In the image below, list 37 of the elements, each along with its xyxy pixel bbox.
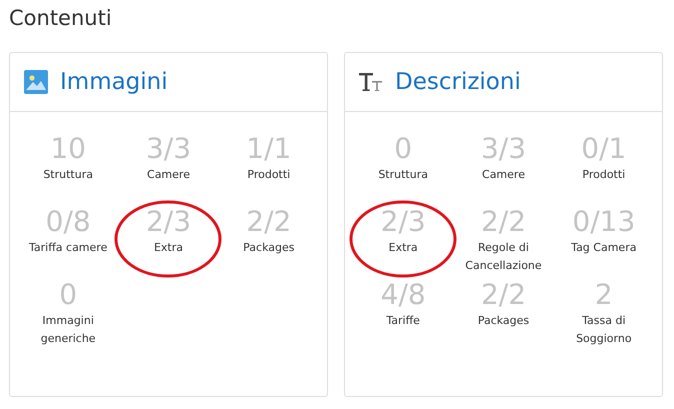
count-value: 4/8	[380, 278, 426, 312]
count-value: 1/1	[246, 132, 292, 166]
count-label: Prodotti	[582, 167, 626, 183]
count-label: Struttura	[378, 167, 428, 183]
count-label: Packages	[243, 240, 294, 256]
count-label: Regole di Cancellazione	[464, 240, 543, 274]
count-value: 0/1	[581, 132, 626, 166]
count-value: 10	[50, 132, 86, 166]
count-label: Immagini generiche	[40, 313, 97, 347]
count-value: 0	[394, 132, 412, 166]
image-icon	[24, 70, 48, 94]
count-value: 2/3	[380, 205, 426, 239]
count-label: Extra	[388, 240, 418, 256]
count-label: Tariffa camere	[28, 240, 108, 256]
count-value: 0/8	[46, 205, 91, 239]
count-value: 2/3	[146, 205, 192, 239]
count-label: Camere	[482, 167, 525, 183]
count-value: 0/13	[572, 205, 636, 239]
count-label: Tassa di Soggiorno	[575, 313, 633, 347]
count-value: 2	[594, 278, 613, 312]
count-value: 2/2	[480, 205, 526, 239]
text-size-icon	[359, 70, 383, 94]
count-label: Tag Camera	[571, 240, 636, 256]
count-label: Extra	[154, 240, 184, 256]
count-label: Prodotti	[247, 167, 290, 183]
count-value: 0	[59, 278, 78, 312]
count-label: Tariffe	[386, 313, 420, 329]
page-title: Contenuti	[9, 5, 113, 32]
count-label: Packages	[478, 313, 530, 329]
panel-title: Immagini	[60, 69, 168, 95]
count-value: 2/2	[480, 278, 526, 312]
count-value: 2/2	[246, 205, 292, 239]
count-label: Camere	[147, 167, 190, 183]
count-label: Struttura	[43, 167, 93, 183]
count-value: 3/3	[146, 132, 192, 166]
count-value: 3/3	[480, 132, 526, 166]
panel-title: Descrizioni	[395, 69, 521, 95]
